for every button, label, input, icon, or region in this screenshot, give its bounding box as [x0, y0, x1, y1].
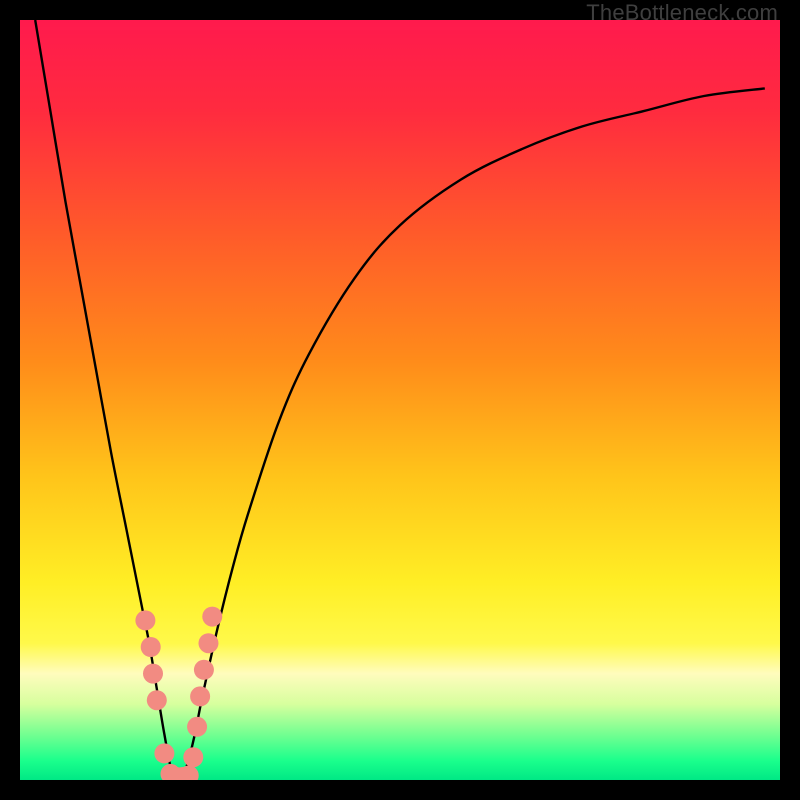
- data-marker: [194, 660, 214, 680]
- bottleneck-chart: [20, 20, 780, 780]
- data-marker: [190, 686, 210, 706]
- data-marker: [135, 610, 155, 630]
- data-marker: [141, 637, 161, 657]
- data-marker: [143, 664, 163, 684]
- chart-frame: [20, 20, 780, 780]
- watermark-text: TheBottleneck.com: [586, 0, 778, 26]
- data-marker: [187, 717, 207, 737]
- gradient-background: [20, 20, 780, 780]
- data-marker: [198, 633, 218, 653]
- data-marker: [202, 607, 222, 627]
- data-marker: [154, 743, 174, 763]
- data-marker: [183, 747, 203, 767]
- data-marker: [147, 690, 167, 710]
